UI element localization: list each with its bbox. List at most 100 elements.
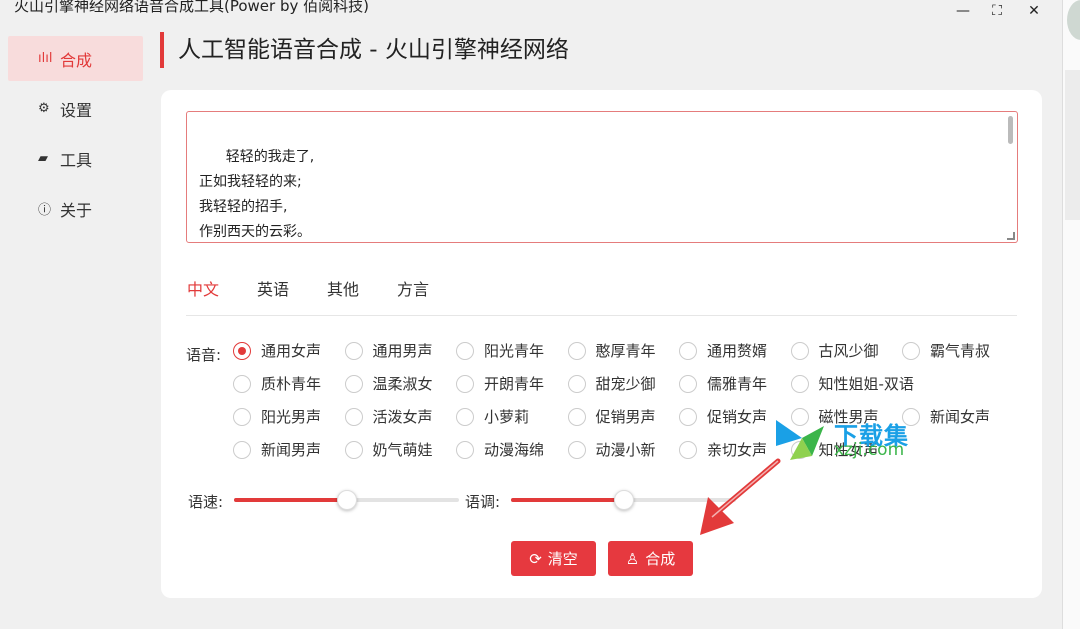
radio-button-icon[interactable] (456, 440, 474, 459)
radio-button-icon[interactable] (790, 374, 809, 393)
sidebar-item-tools[interactable]: ▰ 工具 (8, 136, 143, 181)
clear-button-label: 清空 (547, 550, 578, 568)
synthesis-panel: 轻轻的我走了, 正如我轻轻的来; 我轻轻的招手, 作别西天的云彩。 那河畔的金柳… (161, 90, 1042, 598)
tab-chinese[interactable]: 中文 (186, 266, 220, 316)
radio-button-icon[interactable] (233, 440, 251, 459)
speed-slider-knob[interactable] (336, 490, 357, 510)
watermark-logo: 下载集 xzji.com (772, 416, 922, 464)
radio-button-icon[interactable] (233, 341, 251, 360)
gear-icon: ⚙ (38, 101, 50, 116)
voice-option-label: 奶气萌娃 (372, 441, 433, 459)
clear-button[interactable]: ⟳ 清空 (511, 541, 596, 576)
red-arrow-icon (700, 458, 781, 535)
voice-option[interactable]: 奶气萌娃 (344, 439, 457, 460)
voice-option[interactable]: 小萝莉 (456, 406, 568, 427)
voice-option[interactable]: 阳光男声 (233, 406, 345, 427)
voice-option-label: 甜宠少御 (595, 375, 656, 393)
window-title: 火山引擎神经网络语音合成工具(Power by 佰阅科技) (14, 0, 369, 15)
voice-option[interactable]: 促销男声 (567, 406, 680, 427)
voice-option-label: 质朴青年 (261, 375, 322, 393)
sidebar-item-synthesis[interactable]: ılıl 合成 (8, 36, 143, 81)
voice-option[interactable]: 通用男声 (344, 340, 457, 361)
voice-option-label: 通用女声 (261, 342, 322, 360)
voice-option-label: 通用赘婿 (707, 342, 768, 360)
radio-button-icon[interactable] (344, 407, 363, 426)
radio-button-icon[interactable] (567, 341, 586, 360)
radio-button-icon[interactable] (344, 341, 363, 360)
voice-option[interactable]: 古风少御 (790, 340, 903, 361)
voice-option-label: 促销男声 (595, 408, 656, 426)
voice-option-label: 阳光青年 (484, 342, 545, 360)
voice-option[interactable]: 甜宠少御 (567, 373, 680, 394)
voice-option[interactable]: 活泼女声 (344, 406, 457, 427)
voice-option-label: 小萝莉 (484, 408, 530, 426)
voice-option[interactable]: 通用女声 (233, 340, 345, 361)
voice-option[interactable]: 动漫小新 (567, 439, 680, 460)
text-input[interactable]: 轻轻的我走了, 正如我轻轻的来; 我轻轻的招手, 作别西天的云彩。 那河畔的金柳… (186, 111, 1018, 243)
voice-label: 语音: (186, 346, 222, 364)
radio-button-icon[interactable] (344, 440, 363, 459)
tab-dialect[interactable]: 方言 (396, 266, 430, 316)
voice-option[interactable]: 新闻男声 (233, 439, 345, 460)
refresh-icon: ⟳ (529, 549, 542, 568)
sidebar-item-label: 合成 (60, 50, 93, 70)
radio-button-icon[interactable] (344, 374, 363, 393)
voice-option[interactable]: 憨厚青年 (567, 340, 680, 361)
radio-button-icon[interactable] (790, 341, 809, 360)
close-button[interactable]: ✕ (1019, 0, 1049, 22)
voice-option-label: 阳光男声 (261, 408, 322, 426)
voice-option[interactable]: 动漫海绵 (456, 439, 568, 460)
synthesize-button[interactable]: ♙ 合成 (608, 541, 693, 576)
info-icon: ⓘ (38, 203, 52, 218)
sidebar-item-settings[interactable]: ⚙ 设置 (8, 86, 143, 131)
speed-slider[interactable] (234, 490, 459, 510)
pitch-slider-knob[interactable] (613, 490, 634, 510)
radio-button-icon[interactable] (679, 341, 697, 360)
radio-button-icon[interactable] (679, 374, 697, 393)
sidebar-item-label: 关于 (60, 200, 93, 220)
voice-option[interactable]: 温柔淑女 (344, 373, 457, 394)
sidebar-item-about[interactable]: ⓘ 关于 (8, 186, 143, 231)
sidebar-item-label: 工具 (60, 150, 93, 170)
radio-button-icon[interactable] (567, 440, 586, 459)
language-tabs: 中文 英语 其他 方言 (186, 266, 1017, 316)
voice-option[interactable]: 通用赘婿 (679, 340, 791, 361)
sidebar-item-label: 设置 (60, 100, 93, 120)
waveform-icon: ılıl (38, 51, 53, 66)
speed-slider-fill (234, 498, 347, 502)
watermark-text-url: xzji.com (834, 440, 905, 460)
minimize-button[interactable]: — (948, 0, 978, 22)
voice-option[interactable]: 知性姐姐-双语 (790, 373, 914, 394)
textarea-scrollbar[interactable] (1008, 116, 1013, 144)
voice-option-label: 古风少御 (818, 342, 879, 360)
radio-button-icon[interactable] (456, 374, 474, 393)
voice-row: 通用女声 通用男声 阳光青年 憨厚青年 通用赘婿 古风少御 霸气青叔 (233, 334, 1033, 367)
watermark-icon (776, 420, 824, 460)
voice-option-label: 温柔淑女 (372, 375, 433, 393)
voice-option-label: 新闻男声 (261, 441, 322, 459)
voice-option[interactable]: 开朗青年 (456, 373, 568, 394)
toolbox-icon: ▰ (38, 151, 48, 166)
radio-button-icon[interactable] (567, 407, 586, 426)
voice-option-label: 知性姐姐-双语 (818, 375, 914, 393)
radio-button-icon[interactable] (902, 341, 920, 360)
sidebar: ılıl 合成 ⚙ 设置 ▰ 工具 ⓘ 关于 (8, 36, 143, 236)
voice-option[interactable]: 儒雅青年 (679, 373, 791, 394)
tab-other[interactable]: 其他 (326, 266, 360, 316)
radio-button-icon[interactable] (233, 407, 251, 426)
voice-option[interactable]: 阳光青年 (456, 340, 568, 361)
radio-button-icon[interactable] (679, 407, 697, 426)
radio-button-icon[interactable] (233, 374, 251, 393)
voice-row: 质朴青年 温柔淑女 开朗青年 甜宠少御 儒雅青年 知性姐姐-双语 (233, 367, 1033, 400)
tab-english[interactable]: 英语 (256, 266, 290, 316)
voice-option-label: 新闻女声 (930, 408, 991, 426)
voice-option[interactable]: 质朴青年 (233, 373, 345, 394)
voice-option[interactable]: 霸气青叔 (902, 340, 1014, 361)
resize-handle-icon[interactable] (1007, 232, 1015, 240)
background-window-edge (1062, 0, 1080, 629)
radio-button-icon[interactable] (567, 374, 586, 393)
title-bar: 火山引擎神经网络语音合成工具(Power by 佰阅科技) — ⛶ ✕ (0, 0, 1062, 22)
maximize-button[interactable]: ⛶ (982, 0, 1012, 22)
radio-button-icon[interactable] (456, 341, 474, 360)
radio-button-icon[interactable] (456, 407, 474, 426)
